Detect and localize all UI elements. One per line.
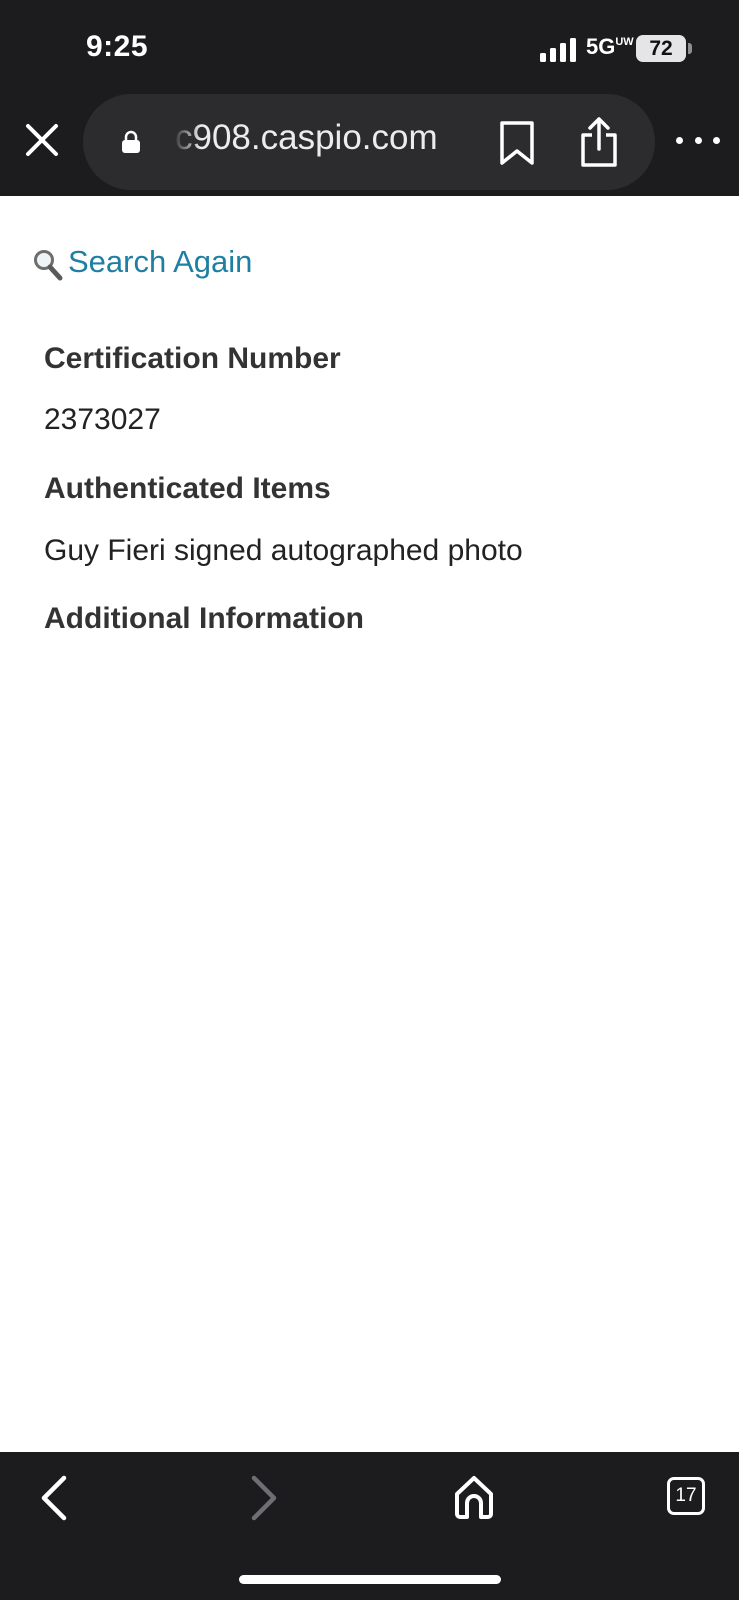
home-indicator[interactable] <box>239 1575 501 1584</box>
network-type: 5G <box>586 34 616 59</box>
battery-level: 72 <box>649 36 673 60</box>
more-dot <box>694 136 702 144</box>
search-again-label: Search Again <box>68 244 253 279</box>
home-icon[interactable] <box>453 1472 495 1522</box>
close-button[interactable] <box>22 120 62 160</box>
address-field[interactable]: c908.caspio.com <box>83 94 655 190</box>
close-icon <box>26 124 58 156</box>
forward-arrow-icon[interactable] <box>246 1472 282 1524</box>
cert-number-label: Certification Number <box>44 342 341 375</box>
authenticated-items-label: Authenticated Items <box>44 472 331 505</box>
more-options-button[interactable] <box>676 128 720 152</box>
magnifier-icon <box>34 250 63 281</box>
tab-count: 17 <box>675 1485 697 1506</box>
bookmark-icon[interactable] <box>497 120 537 166</box>
tabs-button[interactable]: 17 <box>667 1477 705 1515</box>
cert-number-value: 2373027 <box>44 403 161 436</box>
lock-icon <box>122 130 140 153</box>
status-time: 9:25 <box>86 30 149 63</box>
screen: 9:25 5GUW 72 c908.caspio.com Search Agai… <box>0 0 739 1600</box>
authenticated-items-value: Guy Fieri signed autographed photo <box>44 534 523 567</box>
signal-strength-icon <box>540 38 576 62</box>
more-dot <box>676 136 683 144</box>
network-indicator: 5GUW <box>586 34 634 60</box>
browser-url-bar: c908.caspio.com <box>0 92 739 196</box>
additional-info-label: Additional Information <box>44 602 364 635</box>
battery-tip <box>688 43 692 54</box>
share-icon[interactable] <box>577 116 621 168</box>
status-bar: 9:25 5GUW 72 <box>0 0 739 92</box>
url-fade <box>173 112 201 172</box>
more-dot <box>713 136 720 144</box>
battery-icon: 72 <box>636 35 686 62</box>
search-again-link[interactable]: Search Again <box>32 242 252 282</box>
network-suffix: UW <box>615 36 634 48</box>
back-arrow-icon[interactable] <box>36 1472 72 1524</box>
